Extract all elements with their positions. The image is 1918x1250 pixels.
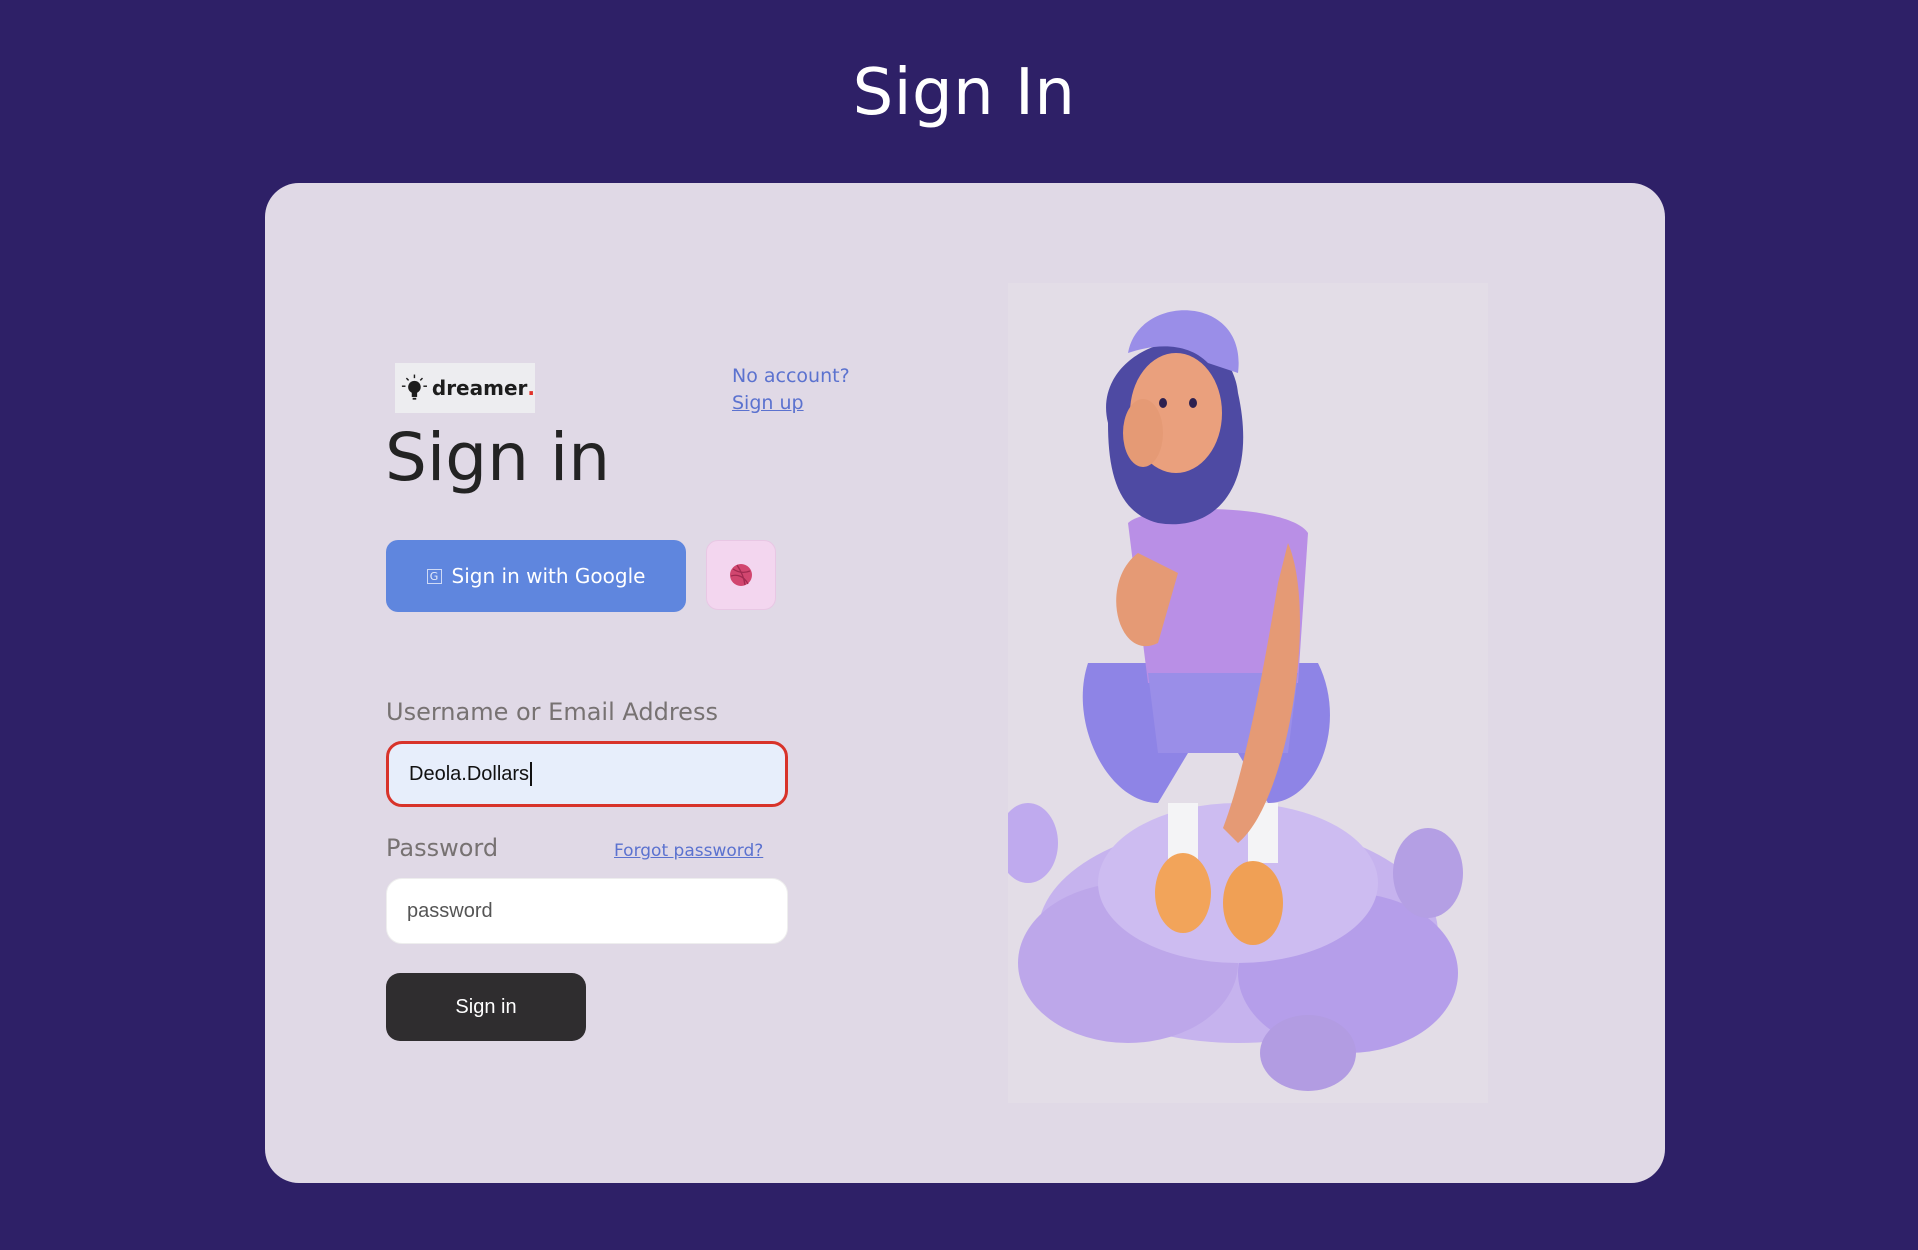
sign-in-card: dreamer. No account? Sign up Sign in G S…	[265, 183, 1665, 1183]
dribbble-sign-in-button[interactable]	[706, 540, 776, 610]
dribbble-icon	[730, 564, 752, 586]
username-label: Username or Email Address	[386, 698, 718, 726]
page-title: Sign In	[852, 56, 1076, 130]
logo-dot: .	[527, 376, 535, 400]
google-icon: G	[426, 568, 442, 584]
lightbulb-icon	[401, 374, 427, 400]
sign-in-button[interactable]: Sign in	[386, 973, 586, 1041]
password-input[interactable]: password	[386, 878, 788, 944]
text-caret	[530, 762, 533, 786]
no-account-text: No account?	[732, 365, 850, 387]
password-label: Password	[386, 834, 499, 862]
form-heading: Sign in	[385, 419, 611, 496]
password-placeholder: password	[407, 899, 493, 922]
signup-link[interactable]: Sign up	[732, 390, 850, 417]
google-sign-in-button[interactable]: G Sign in with Google	[386, 540, 686, 612]
username-input[interactable]: Deola.Dollars	[386, 741, 788, 807]
dreamer-logo: dreamer.	[395, 363, 535, 413]
forgot-password-link[interactable]: Forgot password?	[614, 841, 763, 861]
character-illustration	[998, 283, 1488, 1103]
google-button-label: Sign in with Google	[451, 564, 646, 588]
username-value: Deola.Dollars	[409, 762, 530, 785]
signup-prompt: No account? Sign up	[732, 363, 850, 417]
logo-text: dreamer	[431, 376, 528, 400]
